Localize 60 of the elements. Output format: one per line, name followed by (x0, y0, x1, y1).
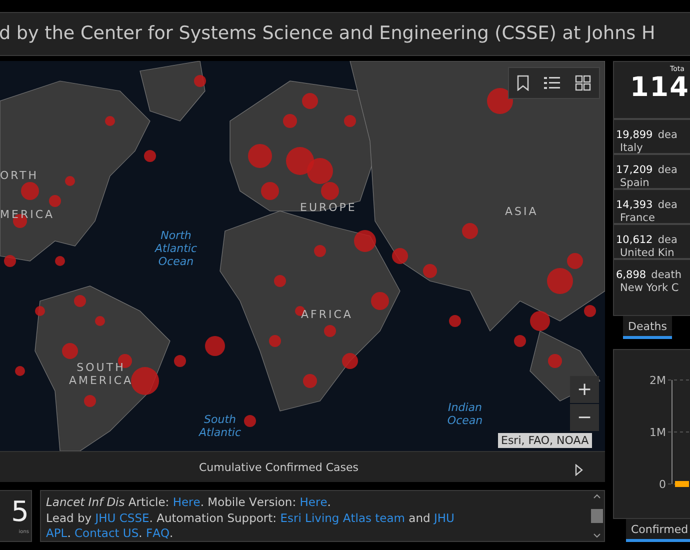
axis-tick-label: 1M (650, 426, 666, 439)
list-item[interactable]: 10,612 dea United Kin (614, 223, 690, 258)
death-unit: death (651, 269, 682, 281)
map-caption: Cumulative Confirmed Cases (199, 460, 359, 474)
region-label: SOUTH AMERICA (68, 361, 134, 387)
info-link[interactable]: Contact US (74, 526, 139, 540)
info-line: Lead by JHU CSSE. Automation Support: Esri Living Atlas team and JHU (46, 510, 456, 526)
death-unit: dea (658, 129, 678, 141)
info-link[interactable]: JHU (434, 510, 454, 524)
tab[interactable]: Confirmed (626, 519, 690, 542)
scrollbar-thumb[interactable] (591, 509, 603, 523)
place-name: Spain (619, 177, 650, 189)
place-name: Italy (619, 142, 644, 154)
zoom-in-button[interactable]: + (570, 376, 599, 403)
death-unit: dea (658, 164, 678, 176)
axis-tick-label: 2M (650, 374, 666, 387)
info-link[interactable]: Esri Living Atlas team (280, 510, 405, 524)
zoom-out-button[interactable]: − (570, 404, 599, 431)
ocean-label: South Atlantic (198, 413, 242, 439)
dashboard-title: d by the Center for Systems Science and Engineering (CSSE) at Johns H (0, 22, 656, 46)
info-line: Lancet Inf Dis Article: Here. Mobile Version: Here. (46, 495, 332, 510)
map-attribution: Esri, FAO, NOAA (498, 433, 592, 448)
scroll-down-icon[interactable] (593, 533, 601, 538)
bookmark-icon[interactable] (516, 75, 529, 91)
play-icon[interactable] (575, 464, 583, 476)
list-item[interactable]: 14,393 dea France (614, 188, 690, 223)
list-item[interactable]: 19,899 dea Italy (614, 118, 690, 153)
info-link[interactable]: Here (300, 495, 328, 509)
info-link[interactable]: FAQ (146, 526, 170, 540)
trend-line (675, 481, 689, 487)
list-item[interactable]: 6,898 death New York C (614, 258, 690, 293)
death-unit: dea (658, 234, 678, 246)
ocean-label: Indian Ocean (446, 401, 484, 427)
place-name: New York C (619, 282, 680, 294)
grid-icon[interactable] (575, 75, 592, 91)
death-unit: dea (658, 199, 678, 211)
scroll-up-icon[interactable] (593, 494, 601, 499)
region-label: ORTH (0, 169, 38, 182)
region-label: ASIA (505, 205, 538, 218)
count-value: 5 (11, 495, 29, 529)
death-count: 14,393 (616, 199, 653, 211)
death-count: 6,898 (616, 269, 646, 281)
info-link[interactable]: JHU CSSE (95, 510, 150, 524)
info-link[interactable]: APL (46, 526, 68, 540)
region-label: MERICA (0, 208, 55, 221)
tab[interactable]: Deaths (623, 316, 672, 339)
death-count: 19,899 (616, 129, 653, 141)
axis-tick-label: 0 (659, 478, 666, 491)
death-count: 10,612 (616, 234, 653, 246)
place-name: France (619, 212, 656, 224)
info-link[interactable]: Here (172, 495, 200, 509)
total-value: 114 (630, 73, 690, 103)
list-item[interactable]: 17,209 dea Spain (614, 153, 690, 188)
place-name: United Kin (619, 247, 676, 259)
death-count: 17,209 (616, 164, 653, 176)
ocean-label: North Atlantic Ocean (154, 229, 198, 268)
region-label: AFRICA (301, 308, 353, 321)
list-icon[interactable] (544, 76, 560, 90)
region-label: EUROPE (300, 201, 357, 214)
info-line: APL. Contact US. FAQ. (46, 526, 174, 542)
